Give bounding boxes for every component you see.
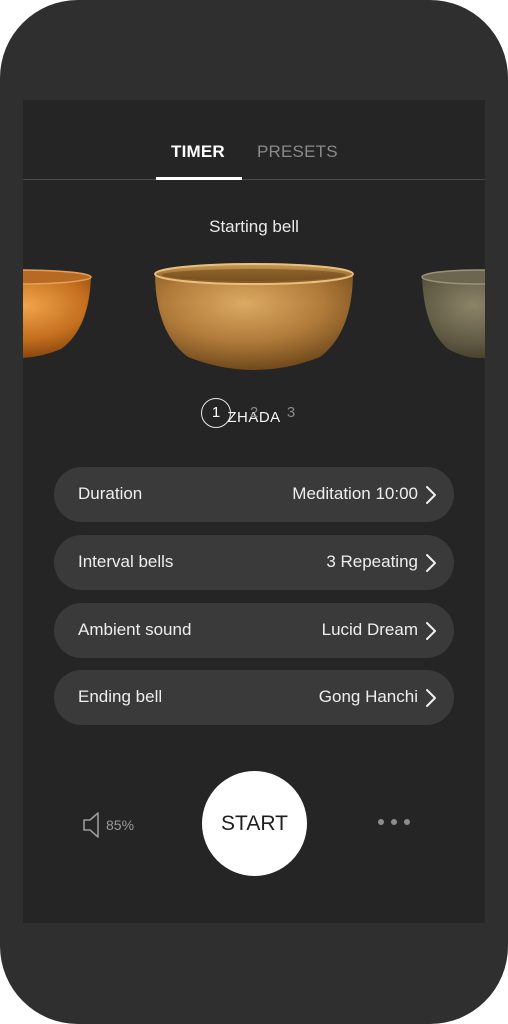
active-tab-indicator	[156, 177, 242, 180]
starting-bell-title: Starting bell	[209, 217, 299, 236]
chevron-right-icon	[426, 486, 436, 504]
chevron-right-icon	[426, 689, 436, 707]
tab-presets[interactable]: PRESETS	[257, 142, 338, 162]
duration-row[interactable]: Duration Meditation 10:00	[54, 467, 454, 522]
bell-page-indicator: 1 2 3	[23, 398, 485, 432]
ambient-sound-row[interactable]: Ambient sound Lucid Dream	[54, 603, 454, 658]
setting-value: Meditation 10:00	[292, 484, 418, 503]
page-2-button[interactable]: 2	[239, 398, 269, 428]
setting-value: Gong Hanchi	[318, 687, 418, 706]
setting-value: Lucid Dream	[321, 620, 418, 639]
more-options-button[interactable]	[376, 812, 412, 832]
setting-label: Ambient sound	[78, 620, 192, 639]
tab-timer[interactable]: TIMER	[171, 142, 225, 162]
setting-label: Interval bells	[78, 552, 174, 571]
setting-label: Ending bell	[78, 687, 163, 706]
setting-value: 3 Repeating	[326, 552, 418, 571]
chevron-right-icon	[426, 622, 436, 640]
bell-carousel[interactable]: ZHADA	[23, 255, 485, 426]
zhada-bowl-image[interactable]	[152, 261, 356, 377]
volume-level: 85%	[106, 817, 135, 833]
phone-frame: TIMER PRESETS Starting bell ZHADA 1 2 3 …	[0, 0, 508, 1024]
previous-bowl-image[interactable]	[23, 267, 93, 367]
volume-control[interactable]: 85%	[82, 810, 152, 840]
setting-label: Duration	[78, 484, 143, 503]
app-screen: TIMER PRESETS Starting bell ZHADA 1 2 3 …	[23, 100, 485, 923]
next-bowl-image[interactable]	[420, 267, 485, 367]
ending-bell-row[interactable]: Ending bell Gong Hanchi	[54, 670, 454, 725]
start-button[interactable]: START	[202, 771, 307, 876]
chevron-right-icon	[426, 554, 436, 572]
page-3-button[interactable]: 3	[276, 398, 306, 428]
speaker-icon	[83, 812, 99, 838]
page-1-button[interactable]: 1	[201, 398, 231, 428]
interval-bells-row[interactable]: Interval bells 3 Repeating	[54, 535, 454, 590]
tab-bar: TIMER PRESETS	[23, 100, 485, 180]
